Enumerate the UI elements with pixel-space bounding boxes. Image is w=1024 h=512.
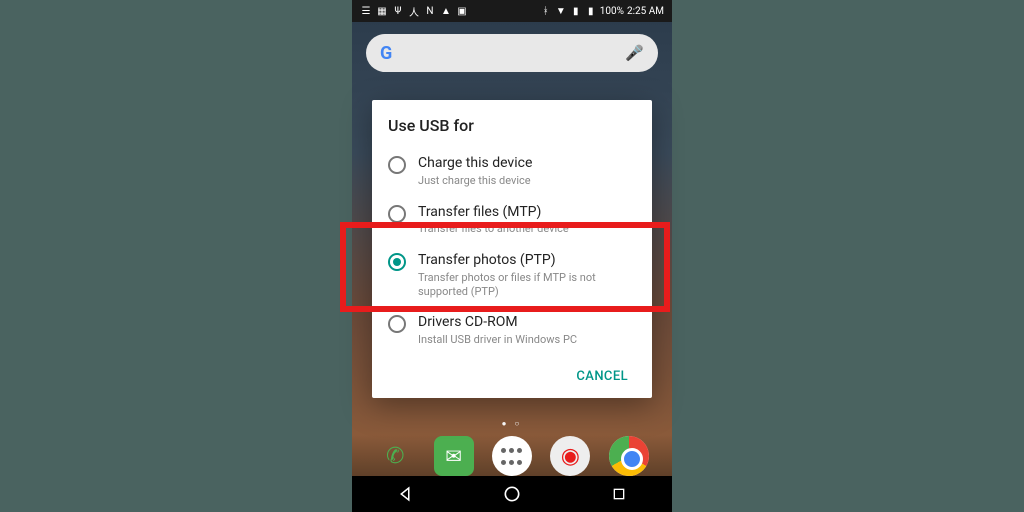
battery-icon: ▮ (585, 5, 597, 17)
tab-icon: ▣ (456, 5, 468, 17)
home-button[interactable] (497, 479, 527, 509)
status-icons-right: ᚼ ▼ ▮ ▮ 100% 2:25 AM (540, 5, 664, 17)
option-sub: Install USB driver in Windows PC (418, 333, 577, 347)
back-button[interactable] (390, 479, 420, 509)
option-charge[interactable]: Charge this device Just charge this devi… (388, 147, 636, 196)
status-icons-left: ☰ ▦ Ψ 人 N ▲ ▣ (360, 5, 468, 17)
option-cdrom[interactable]: Drivers CD-ROM Install USB driver in Win… (388, 306, 636, 355)
google-logo-icon: G (380, 43, 392, 64)
option-label: Transfer files (MTP) (418, 204, 569, 221)
option-sub: Transfer files to another device (418, 222, 569, 236)
messages-app-icon[interactable]: ✉ (434, 436, 474, 476)
dialog-title: Use USB for (388, 116, 636, 135)
dialog-actions: CANCEL (388, 355, 636, 390)
option-label: Drivers CD-ROM (418, 314, 577, 331)
usb-dialog: Use USB for Charge this device Just char… (372, 100, 652, 398)
option-mtp[interactable]: Transfer files (MTP) Transfer files to a… (388, 196, 636, 245)
warning-icon: ▲ (440, 5, 452, 17)
bluetooth-icon: ᚼ (540, 5, 552, 17)
status-bar: ☰ ▦ Ψ 人 N ▲ ▣ ᚼ ▼ ▮ ▮ 100% 2:25 AM (352, 0, 672, 22)
signal-icon: ▮ (570, 5, 582, 17)
page-indicator: ● ○ (352, 419, 672, 428)
person-icon: 人 (408, 5, 420, 17)
mic-icon[interactable]: 🎤 (625, 44, 644, 62)
option-label: Transfer photos (PTP) (418, 252, 636, 269)
wifi-icon: ▼ (555, 5, 567, 17)
recents-button[interactable] (604, 479, 634, 509)
search-widget: G 🎤 (352, 22, 672, 80)
radio-icon (388, 156, 406, 174)
nfc-icon: N (424, 5, 436, 17)
phone-app-icon[interactable]: ✆ (375, 436, 415, 476)
radio-icon (388, 205, 406, 223)
battery-percent: 100% (600, 6, 624, 17)
google-search-bar[interactable]: G 🎤 (366, 34, 658, 72)
chrome-app-icon[interactable] (609, 436, 649, 476)
nav-bar (352, 476, 672, 512)
option-ptp[interactable]: Transfer photos (PTP) Transfer photos or… (388, 244, 636, 306)
option-sub: Just charge this device (418, 174, 532, 188)
calendar-icon: ▦ (376, 5, 388, 17)
app-drawer-icon[interactable] (492, 436, 532, 476)
app-dock: ✆ ✉ ◉ (352, 436, 672, 476)
notification-icon: ☰ (360, 5, 372, 17)
camera-app-icon[interactable]: ◉ (550, 436, 590, 476)
option-label: Charge this device (418, 155, 532, 172)
radio-icon (388, 253, 406, 271)
cancel-button[interactable]: CANCEL (568, 363, 636, 390)
clock: 2:25 AM (627, 6, 664, 17)
usb-icon: Ψ (392, 5, 404, 17)
radio-icon (388, 315, 406, 333)
option-sub: Transfer photos or files if MTP is not s… (418, 271, 636, 299)
